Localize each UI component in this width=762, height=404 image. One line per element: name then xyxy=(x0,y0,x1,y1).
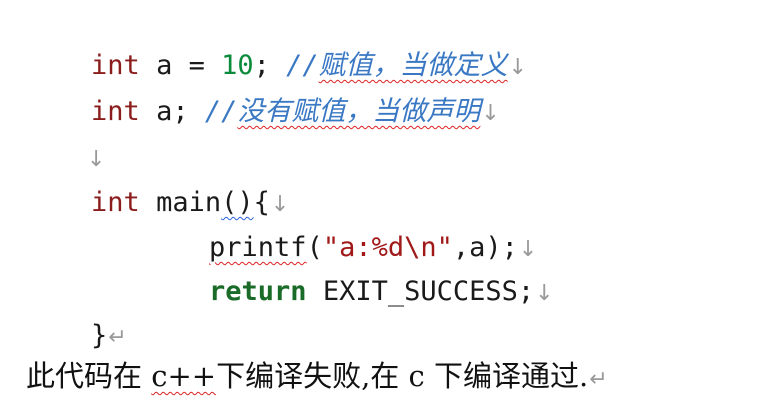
code-line-1: int a = 10; //赋值，当做定义↓ xyxy=(26,6,527,81)
explanation-paragraph: 此代码在 c++下编译失败,在 c 下编译通过.↵ xyxy=(26,354,608,398)
declaration-text: a; xyxy=(139,96,205,127)
paragraph-mark-icon: ↵ xyxy=(108,325,127,350)
return-value-text: EXIT_SUCCESS; xyxy=(306,276,535,307)
code-line-4: int main(){↓ xyxy=(26,143,289,218)
language-cpp: c++ xyxy=(151,359,217,393)
paragraph-mark-icon: ↵ xyxy=(589,367,608,392)
close-brace: } xyxy=(91,320,108,351)
return-keyword: return xyxy=(209,276,307,307)
line-break-mark-icon: ↓ xyxy=(508,55,528,80)
prose-text-end: 下编译失败,在 c 下编译通过. xyxy=(216,359,589,393)
code-line-2: int a; //没有赋值，当做声明↓ xyxy=(26,52,500,127)
code-line-7: }↵ xyxy=(26,276,127,351)
line-break-mark-icon: ↓ xyxy=(481,101,500,126)
prose-text-start: 此代码在 xyxy=(26,359,152,393)
document-page: int a = 10; //赋值，当做定义↓ int a; //没有赋值，当做声… xyxy=(0,0,762,404)
code-line-5: printf("a:%d\n",a);↓ xyxy=(26,188,537,263)
code-line-3: ↓ xyxy=(26,98,105,172)
line-break-mark-icon: ↓ xyxy=(535,281,554,306)
comment-prefix: // xyxy=(204,96,238,127)
code-line-6: return EXIT_SUCCESS;↓ xyxy=(26,232,554,307)
comment-text: 没有赋值，当做声明 xyxy=(237,96,481,127)
